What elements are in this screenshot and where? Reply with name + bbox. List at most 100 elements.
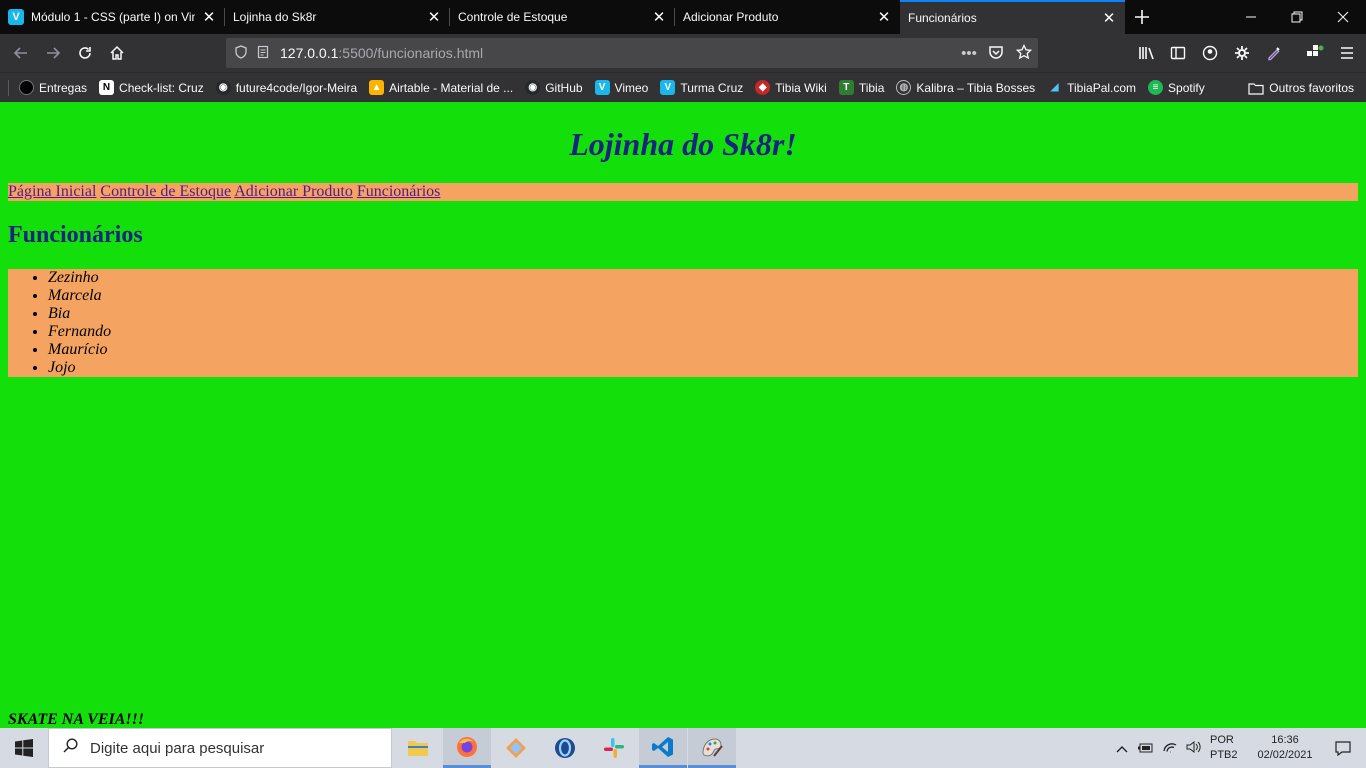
vscode-button[interactable] (639, 728, 687, 768)
color-picker-icon[interactable] (1263, 43, 1285, 63)
shield-icon[interactable] (230, 44, 252, 62)
other-bookmarks-folder[interactable]: Outros favoritos (1248, 73, 1354, 103)
forward-button[interactable] (38, 38, 68, 68)
start-button[interactable] (0, 728, 48, 768)
list-item: Maurício (48, 341, 1358, 359)
bookmark-tibia[interactable]: T Tibia (838, 80, 885, 95)
minimize-button[interactable] (1228, 0, 1274, 34)
browser-app-button[interactable] (541, 728, 589, 768)
arrow-right-icon (47, 47, 61, 59)
bookmark-label: future4code/Igor-Meira (235, 80, 358, 95)
battery-icon[interactable] (1134, 741, 1158, 756)
nav-link-controle-estoque[interactable]: Controle de Estoque (100, 183, 231, 200)
close-icon[interactable]: ✕ (651, 8, 667, 26)
system-tray: POR PTB2 16:36 02/02/2021 (1110, 728, 1366, 768)
home-button[interactable] (102, 38, 132, 68)
globe-icon: ◍ (896, 80, 912, 95)
pocket-icon[interactable] (982, 44, 1010, 63)
nav-link-adicionar-produto[interactable]: Adicionar Produto (234, 183, 353, 200)
git-app-button[interactable] (492, 728, 540, 768)
library-icon[interactable] (1136, 43, 1158, 63)
employee-list: Zezinho Marcela Bia Fernando Maurício Jo… (48, 269, 1358, 377)
bookmark-airtable[interactable]: ▲ Airtable - Material de ... (369, 80, 513, 95)
url-host: 127.0.0.1 (280, 45, 339, 61)
tibia-icon: T (838, 80, 854, 95)
bookmark-vimeo[interactable]: V Vimeo (594, 80, 648, 95)
volume-icon[interactable] (1182, 740, 1206, 756)
bookmark-checklist[interactable]: N Check-list: Cruz (99, 80, 204, 95)
tab-title: Adicionar Produto (683, 10, 779, 24)
tab-lojinha[interactable]: Lojinha do Sk8r ✕ (225, 0, 450, 34)
reload-button[interactable] (70, 38, 100, 68)
file-explorer-button[interactable] (394, 728, 442, 768)
bookmark-tibiapal[interactable]: ◢ TibiaPal.com (1047, 80, 1136, 95)
chevron-up-icon[interactable] (1110, 741, 1134, 756)
tab-adicionar-produto[interactable]: Adicionar Produto ✕ (675, 0, 900, 34)
close-icon[interactable]: ✕ (201, 8, 217, 26)
close-icon[interactable]: ✕ (426, 8, 442, 26)
firefox-icon (457, 736, 477, 757)
employee-list-panel: Zezinho Marcela Bia Fernando Maurício Jo… (8, 269, 1358, 377)
menu-icon[interactable] (1336, 43, 1358, 63)
close-icon[interactable]: ✕ (876, 8, 892, 26)
folder-icon (408, 741, 428, 756)
list-item: Fernando (48, 323, 1358, 341)
windows-icon (15, 739, 33, 757)
page-info-icon[interactable] (252, 45, 274, 62)
paint-button[interactable] (688, 728, 736, 768)
vimeo-icon: V (594, 80, 610, 95)
nav-link-funcionarios[interactable]: Funcionários (357, 183, 441, 200)
slack-icon (604, 738, 624, 758)
bookmark-github[interactable]: ◉ GitHub (525, 80, 583, 95)
close-icon[interactable]: ✕ (1101, 9, 1117, 27)
close-window-button[interactable] (1320, 0, 1366, 34)
firefox-button[interactable] (443, 728, 491, 768)
list-item: Zezinho (48, 269, 1358, 287)
section-title: Funcionários (8, 222, 143, 248)
home-icon (110, 45, 124, 60)
bookmark-entregas[interactable]: Entregas (19, 80, 87, 95)
wifi-icon[interactable] (1158, 741, 1182, 756)
tab-controle-estoque[interactable]: Controle de Estoque ✕ (450, 0, 675, 34)
tab-funcionarios[interactable]: Funcionários ✕ (900, 0, 1125, 34)
github-icon: ◉ (525, 80, 541, 95)
vscode-icon (652, 736, 673, 757)
back-button[interactable] (6, 38, 36, 68)
bookmark-kalibra[interactable]: ◍ Kalibra – Tibia Bosses (896, 80, 1035, 95)
url-path: :5500/funcionarios.html (338, 45, 484, 61)
bookmark-future4code[interactable]: ◉ future4code/Igor-Meira (215, 80, 358, 95)
slack-button[interactable] (590, 728, 638, 768)
restore-button[interactable] (1274, 0, 1320, 34)
bookmark-label: Tibia (858, 80, 885, 95)
tab-title: Funcionários (908, 11, 977, 25)
bookmark-tibia-wiki[interactable]: ◆ Tibia Wiki (755, 80, 827, 95)
arrow-left-icon (13, 47, 27, 59)
list-item: Jojo (48, 359, 1358, 377)
notifications-button[interactable] (1320, 728, 1366, 768)
star-bookmark-icon[interactable] (1010, 43, 1038, 63)
tab-vimeo[interactable]: V Módulo 1 - CSS (parte I) on Vimeo ✕ (0, 0, 225, 34)
search-placeholder: Digite aqui para pesquisar (90, 739, 265, 757)
clock[interactable]: 16:36 02/02/2021 (1250, 733, 1320, 763)
reload-icon (79, 47, 91, 59)
tab-strip: V Módulo 1 - CSS (parte I) on Vimeo ✕ Lo… (0, 0, 1366, 34)
keyboard-layout: PTB2 (1210, 749, 1238, 761)
bookmark-label: TibiaPal.com (1067, 80, 1137, 95)
sidebar-icon[interactable] (1167, 43, 1189, 63)
opera-icon (555, 738, 575, 758)
bookmark-turma-cruz[interactable]: V Turma Cruz (660, 80, 743, 95)
new-tab-button[interactable] (1125, 0, 1159, 34)
account-icon[interactable] (1199, 43, 1221, 63)
address-bar[interactable]: 127.0.0.1:5500/funcionarios.html ••• (226, 38, 1038, 68)
extensions-icon[interactable] (1304, 43, 1326, 63)
url-text: 127.0.0.1:5500/funcionarios.html (280, 45, 483, 61)
taskbar-search[interactable]: Digite aqui para pesquisar (48, 728, 392, 768)
page-actions-icon[interactable]: ••• (956, 45, 982, 62)
language-indicator[interactable]: POR PTB2 (1210, 733, 1250, 763)
bookmark-spotify[interactable]: ≡ Spotify (1148, 80, 1205, 95)
taskbar: Digite aqui para pesquisar POR PTB2 16:3… (0, 728, 1366, 768)
nav-link-pagina-inicial[interactable]: Página Inicial (8, 183, 96, 200)
list-item: Marcela (48, 287, 1358, 305)
tab-title: Lojinha do Sk8r (233, 10, 317, 24)
gear-icon[interactable] (1231, 43, 1253, 63)
